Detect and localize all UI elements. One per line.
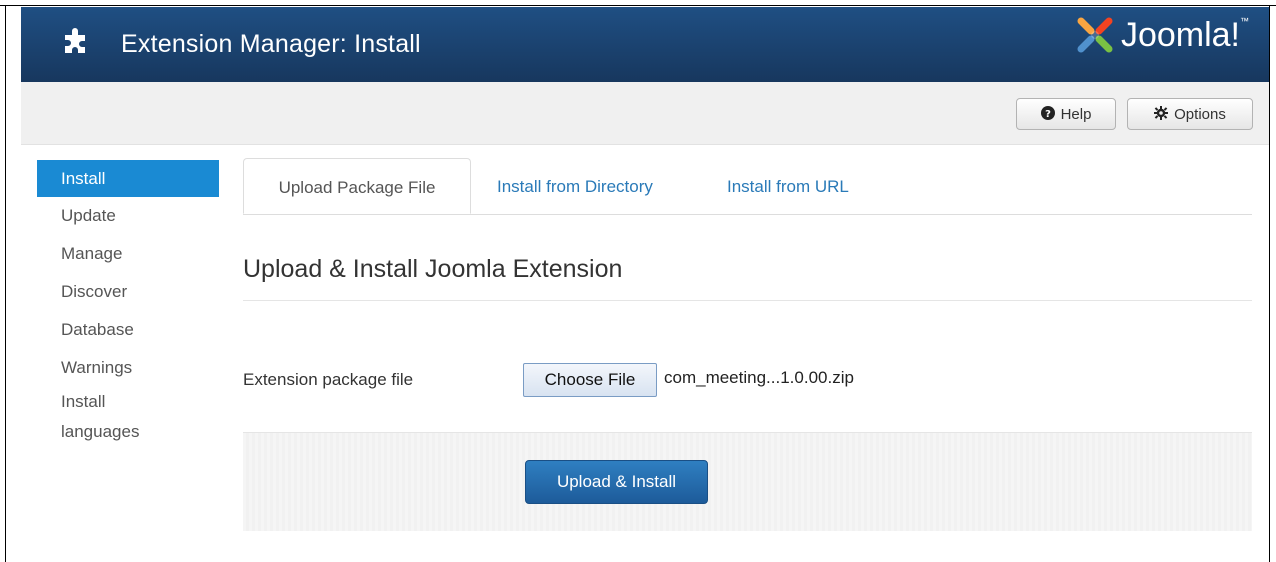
sidebar-item-label: Install languages: [61, 392, 140, 441]
sidebar-item-discover[interactable]: Discover: [37, 273, 219, 311]
selected-file-name: com_meeting...1.0.00.zip: [664, 368, 854, 387]
install-tabs: Upload Package File Install from Directo…: [243, 158, 1252, 215]
frame-top-border: [0, 5, 1276, 6]
sidebar: Install Update Manage Discover Database …: [37, 160, 219, 447]
sidebar-item-install[interactable]: Install: [37, 160, 219, 197]
app-header: Extension Manager: Install Joomla! ™: [21, 7, 1269, 82]
page-title: Extension Manager: Install: [121, 30, 421, 58]
sidebar-item-install-languages[interactable]: Install languages: [37, 387, 171, 447]
sidebar-item-warnings[interactable]: Warnings: [37, 349, 219, 387]
svg-text:?: ?: [1045, 109, 1051, 120]
options-button[interactable]: Options: [1127, 98, 1253, 130]
help-label: Help: [1060, 105, 1092, 123]
joomla-logo-icon: [1073, 13, 1117, 57]
section-title: Upload & Install Joomla Extension: [243, 255, 623, 283]
sidebar-item-label: Database: [61, 320, 134, 339]
extension-package-label: Extension package file: [243, 370, 414, 389]
upload-install-button[interactable]: Upload & Install: [525, 460, 708, 504]
sidebar-item-label: Install: [61, 169, 106, 188]
tab-install-from-directory[interactable]: Install from Directory: [479, 158, 671, 214]
sidebar-item-label: Discover: [61, 282, 128, 301]
toolbar: ? Help Options: [21, 82, 1269, 145]
frame-right-border: [1269, 5, 1270, 562]
joomla-logo[interactable]: Joomla! ™: [1073, 13, 1249, 57]
sidebar-item-label: Update: [61, 206, 116, 225]
options-label: Options: [1174, 105, 1226, 123]
question-circle-icon: ?: [1040, 105, 1055, 123]
sidebar-item-label: Warnings: [61, 358, 133, 377]
joomla-logo-text: Joomla!: [1120, 15, 1240, 54]
sidebar-item-update[interactable]: Update: [37, 197, 219, 235]
trademark-mark: ™: [1240, 16, 1249, 26]
choose-file-button[interactable]: Choose File: [523, 363, 657, 397]
puzzle-piece-icon: [61, 24, 91, 54]
tab-upload-package-file[interactable]: Upload Package File: [243, 158, 471, 214]
section-divider: [243, 300, 1252, 301]
gear-icon: [1154, 105, 1169, 123]
form-actions: Upload & Install: [243, 432, 1252, 531]
sidebar-item-manage[interactable]: Manage: [37, 235, 219, 273]
sidebar-item-label: Manage: [61, 244, 123, 263]
sidebar-item-database[interactable]: Database: [37, 311, 219, 349]
tab-install-from-url[interactable]: Install from URL: [709, 158, 867, 214]
frame-left-border: [5, 5, 6, 562]
help-button[interactable]: ? Help: [1016, 98, 1116, 130]
